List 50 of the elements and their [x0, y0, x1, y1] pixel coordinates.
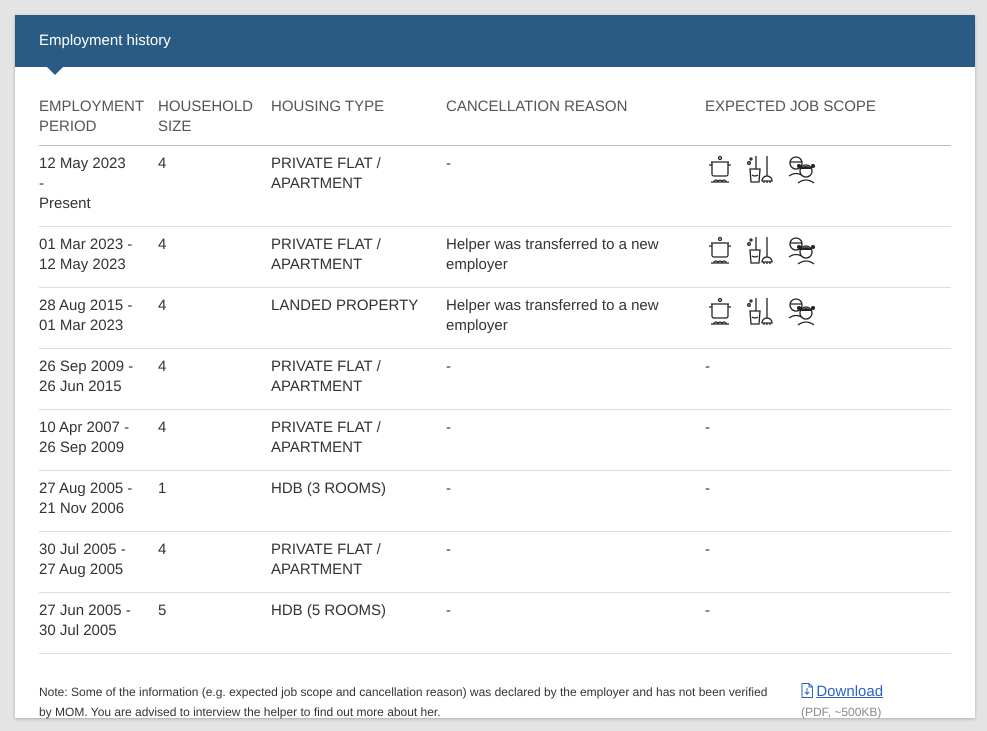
bucket-and-mop-icon	[745, 154, 775, 184]
job-scope: -	[705, 480, 710, 497]
document-download-icon	[801, 683, 813, 698]
job-scope: -	[705, 419, 710, 436]
panel-title: Employment history	[39, 30, 171, 51]
household-size: 4	[158, 297, 166, 314]
housing-type: PRIVATE FLAT / APARTMENT	[271, 541, 381, 578]
column-header: HOUSEHOLD SIZE	[158, 97, 271, 146]
column-header: HOUSING TYPE	[271, 97, 446, 146]
file-info: (PDF, ~500KB)	[801, 704, 882, 721]
cancellation-reason: -	[446, 358, 451, 375]
cancellation-reason: -	[446, 419, 451, 436]
housing-type: PRIVATE FLAT / APARTMENT	[271, 419, 381, 456]
housing-type: HDB (5 ROOMS)	[271, 602, 386, 619]
column-header: EXPECTED JOB SCOPE	[705, 97, 951, 146]
cancellation-reason: Helper was transferred to a new employer	[446, 297, 659, 334]
employment-period: 26 Sep 2009 - 26 Jun 2015	[39, 357, 134, 397]
employment-period: 28 Aug 2015 - 01 Mar 2023	[39, 296, 134, 336]
employment-period: 12 May 2023 - Present	[39, 154, 127, 214]
household-size: 4	[158, 541, 166, 558]
household-size: 5	[158, 602, 166, 619]
job-scope: -	[705, 602, 710, 619]
housing-type: LANDED PROPERTY	[271, 297, 418, 314]
cancellation-reason: -	[446, 602, 451, 619]
household-size: 4	[158, 358, 166, 375]
cancellation-reason: -	[446, 541, 451, 558]
housing-type: PRIVATE FLAT / APARTMENT	[271, 155, 381, 192]
bucket-and-mop-icon	[745, 296, 775, 326]
housing-type: HDB (3 ROOMS)	[271, 480, 386, 497]
cancellation-reason: -	[446, 480, 451, 497]
household-size: 4	[158, 155, 166, 172]
household-size: 4	[158, 236, 166, 253]
employment-period: 30 Jul 2005 - 27 Aug 2005	[39, 540, 127, 580]
column-header: EMPLOYMENT PERIOD	[39, 97, 158, 146]
cancellation-reason: -	[446, 155, 451, 172]
employment-period: 27 Aug 2005 - 21 Nov 2006	[39, 479, 134, 519]
job-scope: -	[705, 358, 710, 375]
download-link[interactable]: Download	[816, 683, 884, 700]
employment-period: 10 Apr 2007 - 26 Sep 2009	[39, 418, 130, 458]
household-size: 4	[158, 419, 166, 436]
housing-type: PRIVATE FLAT / APARTMENT	[271, 236, 381, 273]
housing-type: PRIVATE FLAT / APARTMENT	[271, 358, 381, 395]
job-scope: -	[705, 541, 710, 558]
employment-period: 01 Mar 2023 - 12 May 2023	[39, 235, 134, 275]
cancellation-reason: Helper was transferred to a new employer	[446, 236, 659, 273]
household-size: 1	[158, 480, 166, 497]
bucket-and-mop-icon	[745, 235, 775, 265]
disclaimer-note: Note: Some of the information (e.g. expected job scope and cancellation reason) was declared by the employer and has not been verified by MOM. You are advised to interview the helper to find out more about her.	[39, 684, 768, 721]
column-header: CANCELLATION REASON	[446, 97, 705, 146]
employment-period: 27 Jun 2005 - 30 Jul 2005	[39, 601, 132, 641]
